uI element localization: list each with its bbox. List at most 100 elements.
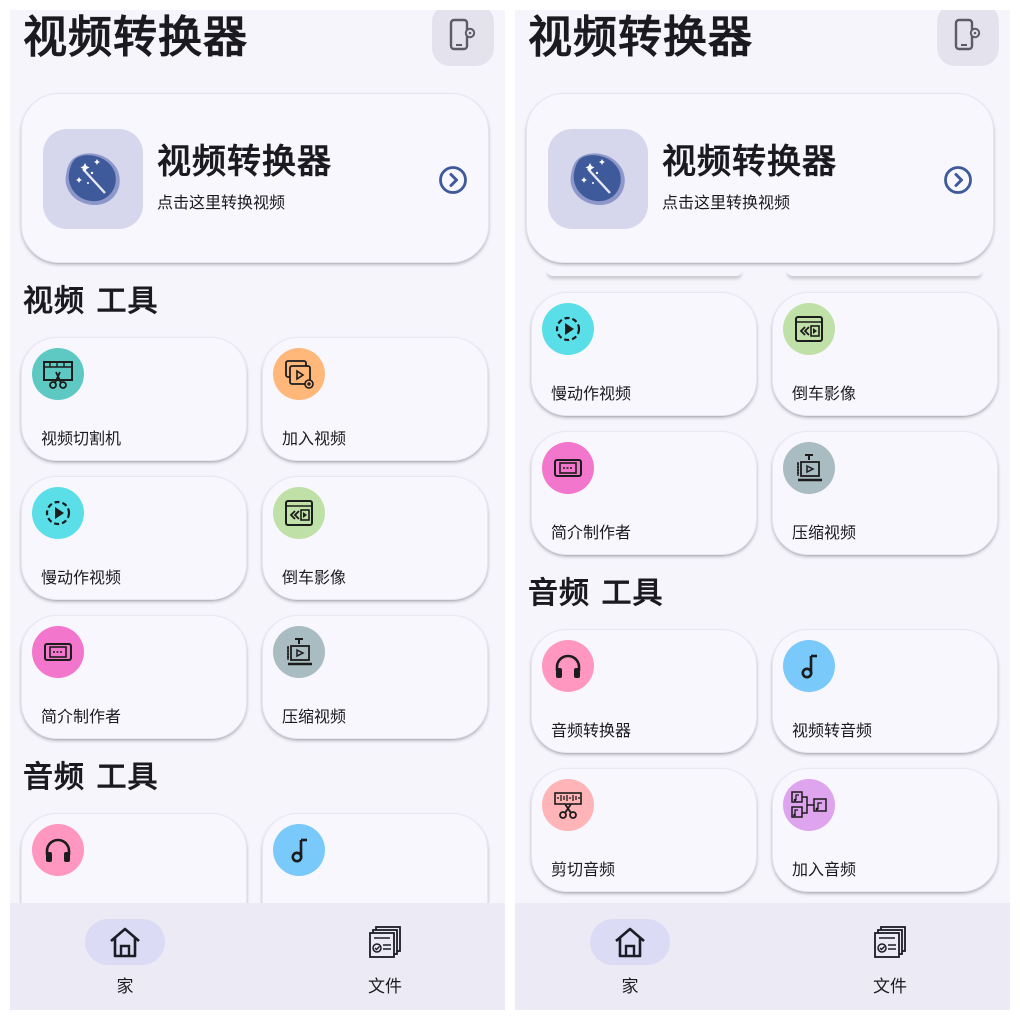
compress-video-icon xyxy=(273,626,325,678)
settings-button[interactable] xyxy=(432,10,494,66)
tool-label: 音频转换器 xyxy=(551,721,632,740)
audio-cut-icon xyxy=(542,779,594,831)
tile-edge xyxy=(787,270,982,276)
headphones-icon xyxy=(542,640,594,692)
headphones-glyph xyxy=(45,838,71,862)
intro-maker-glyph xyxy=(44,643,72,661)
home-icon xyxy=(110,927,140,958)
chevron-right-circle-icon[interactable] xyxy=(943,165,973,195)
video-merge-icon xyxy=(273,348,325,400)
nav-files[interactable]: 文件 xyxy=(305,903,465,1010)
nav-files-pill xyxy=(345,919,425,965)
compress-video-glyph xyxy=(797,454,822,482)
nav-files-pill xyxy=(850,919,930,965)
tool-cut-audio[interactable]: 剪切音频 xyxy=(531,768,757,892)
tool-intro-maker[interactable]: 简介制作者 xyxy=(21,615,247,739)
intro-maker-icon xyxy=(32,626,84,678)
reverse-video-glyph xyxy=(285,500,313,526)
slow-motion-glyph xyxy=(45,500,71,526)
intro-maker-icon xyxy=(542,442,594,494)
tool-label: 倒车影像 xyxy=(792,384,857,403)
tool-label: 剪切音频 xyxy=(551,860,616,879)
nav-files-label: 文件 xyxy=(873,977,907,997)
tool-label: 加入视频 xyxy=(282,429,347,448)
music-note-glyph xyxy=(801,654,817,679)
tool-label: 加入音频 xyxy=(792,860,857,879)
nav-files[interactable]: 文件 xyxy=(810,903,970,1010)
music-note-glyph xyxy=(291,838,307,863)
tool-reverse-video[interactable]: 倒车影像 xyxy=(772,292,998,416)
hero-subtitle: 点击这里转换视频 xyxy=(662,193,791,212)
video-converter-card[interactable]: 视频转换器 点击这里转换视频 xyxy=(21,93,489,263)
hero-subtitle: 点击这里转换视频 xyxy=(157,193,286,212)
hero-title: 视频转换器 xyxy=(157,142,332,182)
audio-tools-heading: 音频 工具 xyxy=(528,576,664,611)
slow-motion-icon xyxy=(32,487,84,539)
tool-join-audio[interactable]: 加入音频 xyxy=(772,768,998,892)
tool-audio-converter[interactable]: 音频转换器 xyxy=(531,629,757,753)
tool-label: 倒车影像 xyxy=(282,568,347,587)
reverse-video-glyph xyxy=(795,316,823,342)
nav-home[interactable]: 家 xyxy=(45,903,205,1010)
screen-home-scrolled: 视频转换器 视频转换器 点击这里转换视频 慢动作视频 倒车影像 简介制作者 压缩… xyxy=(515,10,1010,1010)
magic-wand-icon xyxy=(570,153,625,205)
headphones-icon xyxy=(32,824,84,876)
magic-wand-icon xyxy=(65,153,120,205)
headphones-glyph xyxy=(555,654,581,678)
app-title: 视频转换器 xyxy=(23,12,248,63)
tool-intro-maker[interactable]: 简介制作者 xyxy=(531,431,757,555)
home-icon xyxy=(615,927,645,958)
screen-home-top: 视频转换器 视频转换器 点击这里转换视频 视频 工具 视频切割机 加入视频 慢动… xyxy=(10,10,505,1010)
tool-compress-video[interactable]: 压缩视频 xyxy=(772,431,998,555)
nav-home[interactable]: 家 xyxy=(550,903,710,1010)
video-merge-glyph xyxy=(285,360,314,389)
tool-label: 压缩视频 xyxy=(282,707,347,726)
chevron-right-circle-icon[interactable] xyxy=(438,165,468,195)
files-icon xyxy=(369,926,401,958)
nav-home-pill xyxy=(85,919,165,965)
video-converter-card[interactable]: 视频转换器 点击这里转换视频 xyxy=(526,93,994,263)
intro-maker-glyph xyxy=(554,459,582,477)
files-icon xyxy=(874,926,906,958)
video-cut-icon xyxy=(32,348,84,400)
compress-video-icon xyxy=(783,442,835,494)
tool-label: 慢动作视频 xyxy=(41,568,122,587)
slow-motion-glyph xyxy=(555,316,581,342)
tile-edge xyxy=(547,270,742,276)
tool-label: 简介制作者 xyxy=(41,707,122,726)
tool-slow-motion[interactable]: 慢动作视频 xyxy=(531,292,757,416)
video-cut-glyph xyxy=(43,361,73,389)
tool-video-to-audio[interactable]: 视频转音频 xyxy=(772,629,998,753)
bottom-navigation: 家 文件 xyxy=(10,903,505,1010)
tool-label: 压缩视频 xyxy=(792,523,857,542)
tool-label: 慢动作视频 xyxy=(551,384,632,403)
tool-reverse-video[interactable]: 倒车影像 xyxy=(262,476,488,600)
slow-motion-icon xyxy=(542,303,594,355)
tool-slow-motion[interactable]: 慢动作视频 xyxy=(21,476,247,600)
nav-home-label: 家 xyxy=(116,977,134,997)
hero-title: 视频转换器 xyxy=(662,142,837,182)
nav-files-label: 文件 xyxy=(368,977,402,997)
audio-cut-glyph xyxy=(554,792,582,819)
audio-tools-heading: 音频 工具 xyxy=(23,760,159,795)
nav-home-label: 家 xyxy=(621,977,639,997)
tool-join-video[interactable]: 加入视频 xyxy=(262,337,488,461)
hero-icon-badge xyxy=(548,129,648,229)
tool-label: 简介制作者 xyxy=(551,523,632,542)
settings-button[interactable] xyxy=(937,10,999,66)
reverse-video-icon xyxy=(783,303,835,355)
music-note-icon xyxy=(273,824,325,876)
audio-merge-icon xyxy=(783,779,835,831)
reverse-video-icon xyxy=(273,487,325,539)
hero-icon-badge xyxy=(43,129,143,229)
tool-label: 视频切割机 xyxy=(41,429,122,448)
video-tools-heading: 视频 工具 xyxy=(23,284,159,319)
bottom-navigation: 家 文件 xyxy=(515,903,1010,1010)
tool-compress-video[interactable]: 压缩视频 xyxy=(262,615,488,739)
tool-label: 视频转音频 xyxy=(792,721,873,740)
tool-video-cutter[interactable]: 视频切割机 xyxy=(21,337,247,461)
compress-video-glyph xyxy=(287,638,312,666)
app-title: 视频转换器 xyxy=(528,12,753,63)
music-note-icon xyxy=(783,640,835,692)
audio-merge-glyph xyxy=(791,791,827,818)
